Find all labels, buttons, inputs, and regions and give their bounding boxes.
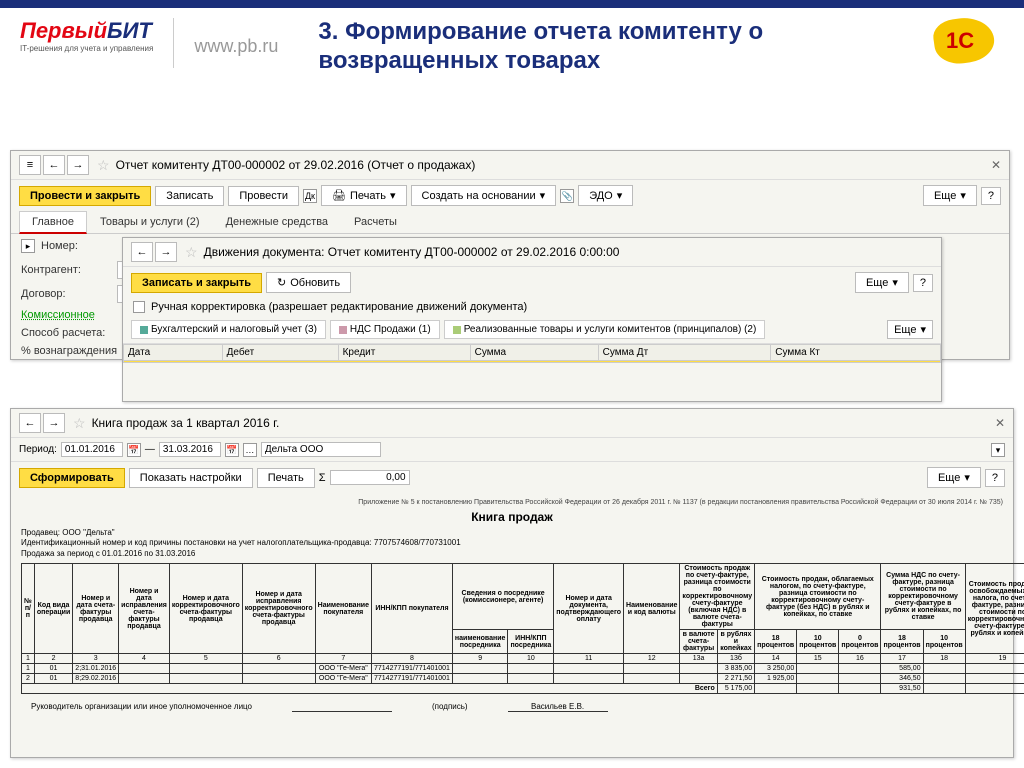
- commission-link[interactable]: Комиссионное: [21, 309, 95, 321]
- subtab-goods[interactable]: Реализованные товары и услуги комитентов…: [444, 320, 766, 339]
- more-button[interactable]: Еще ▾: [887, 320, 933, 339]
- movements-grid: Дата Дебет Кредит Сумма Сумма Дт Сумма К…: [123, 344, 941, 363]
- create-based-button[interactable]: Создать на основании ▾: [411, 185, 557, 206]
- report-title: Книга продаж: [21, 510, 1003, 524]
- table-row: 1012;31.01.2016ООО "Ге-Мега"7714277191/7…: [22, 664, 1024, 674]
- logo-1c: 1С: [934, 18, 1004, 68]
- tab-main[interactable]: Главное: [19, 211, 87, 234]
- collapse-icon[interactable]: ▾: [991, 443, 1005, 457]
- star-icon[interactable]: ☆: [185, 244, 198, 261]
- cal-icon[interactable]: 📅: [225, 443, 239, 457]
- sum-field: [330, 470, 410, 485]
- attach-icon[interactable]: 📎: [560, 189, 574, 203]
- show-settings-button[interactable]: Показать настройки: [129, 468, 253, 488]
- subtab-vat[interactable]: НДС Продажи (1): [330, 320, 440, 339]
- nav-fwd-icon[interactable]: →: [67, 155, 89, 175]
- print-button[interactable]: Печать: [257, 468, 315, 488]
- post-button[interactable]: Провести: [228, 186, 299, 206]
- nav-back-icon[interactable]: ←: [43, 155, 65, 175]
- nav-back-icon[interactable]: ←: [131, 242, 153, 262]
- nav-menu-icon[interactable]: ≡: [19, 155, 41, 175]
- manual-edit-checkbox[interactable]: [133, 301, 145, 313]
- form-button[interactable]: Сформировать: [19, 468, 125, 488]
- close-icon[interactable]: ✕: [995, 416, 1005, 430]
- star-icon[interactable]: ☆: [73, 415, 86, 432]
- help-button[interactable]: ?: [985, 469, 1005, 487]
- print-button[interactable]: 🖨 Печать ▾: [321, 185, 407, 206]
- refresh-button[interactable]: ↻ Обновить: [266, 272, 351, 293]
- post-close-button[interactable]: Провести и закрыть: [19, 186, 151, 206]
- dk-icon[interactable]: Дк: [303, 189, 317, 203]
- window-movements: ← → ☆ Движения документа: Отчет комитент…: [122, 237, 942, 402]
- nav-fwd-icon[interactable]: →: [43, 413, 65, 433]
- org-input[interactable]: [261, 442, 381, 457]
- tab-calc[interactable]: Расчеты: [341, 211, 410, 233]
- star-icon[interactable]: ☆: [97, 157, 110, 174]
- nav-fwd-icon[interactable]: →: [155, 242, 177, 262]
- tab-money[interactable]: Денежные средства: [213, 211, 341, 233]
- help-button[interactable]: ?: [913, 274, 933, 292]
- window-title: Движения документа: Отчет комитенту ДТ00…: [204, 245, 620, 259]
- subtab-accounting[interactable]: Бухгалтерский и налоговый учет (3): [131, 320, 326, 339]
- table-row: 2018;29.02.2016ООО "Ге-Мега"7714277191/7…: [22, 674, 1024, 684]
- window-title: Отчет комитенту ДТ00-000002 от 29.02.201…: [116, 158, 476, 172]
- doc-icon: ▸: [21, 239, 35, 253]
- cal-icon[interactable]: 📅: [127, 443, 141, 457]
- sales-book-table: № п/п Код вида операции Номер и дата сче…: [21, 563, 1024, 694]
- tab-goods[interactable]: Товары и услуги (2): [87, 211, 213, 233]
- more-button[interactable]: Еще ▾: [923, 185, 977, 206]
- more-button[interactable]: Еще ▾: [927, 467, 981, 488]
- date-to[interactable]: [159, 442, 221, 457]
- window-title: Книга продаж за 1 квартал 2016 г.: [92, 416, 280, 430]
- help-button[interactable]: ?: [981, 187, 1001, 205]
- edo-button[interactable]: ЭДО ▾: [578, 185, 633, 206]
- close-icon[interactable]: ✕: [991, 158, 1001, 172]
- period-icon[interactable]: …: [243, 443, 257, 457]
- tabs: Главное Товары и услуги (2) Денежные сре…: [11, 211, 1009, 234]
- slide-title: 3. Формирование отчета комитенту о возвр…: [318, 18, 914, 76]
- window-sales-book: ← → ☆ Книга продаж за 1 квартал 2016 г. …: [10, 408, 1014, 758]
- logo-pervyi-bit: ПервыйБИТ IT-решения для учета и управле…: [20, 18, 153, 53]
- date-from[interactable]: [61, 442, 123, 457]
- write-close-button[interactable]: Записать и закрыть: [131, 273, 262, 293]
- write-button[interactable]: Записать: [155, 186, 224, 206]
- page-header: ПервыйБИТ IT-решения для учета и управле…: [0, 8, 1024, 81]
- more-button[interactable]: Еще ▾: [855, 272, 909, 293]
- site-url: www.pb.ru: [194, 36, 278, 57]
- nav-back-icon[interactable]: ←: [19, 413, 41, 433]
